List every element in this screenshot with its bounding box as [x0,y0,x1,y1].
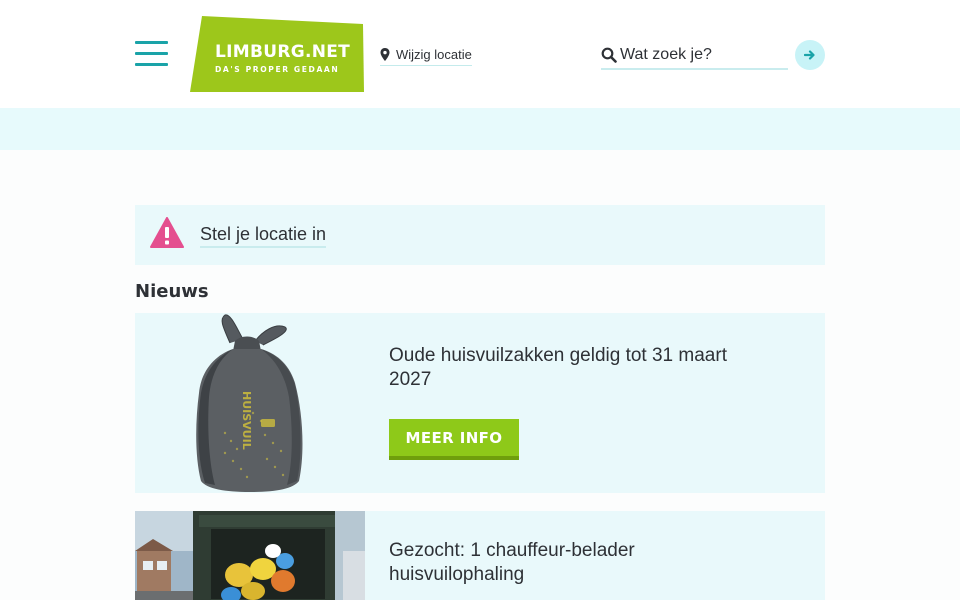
map-pin-icon [380,47,390,61]
set-location-link[interactable]: Stel je locatie in [200,224,327,248]
garbage-bag-image: HUISVUIL [135,313,365,493]
location-alert: Stel je locatie in [135,205,825,265]
news-card[interactable]: HUISVUIL Oude huisvuilzakken geldig tot … [135,313,825,493]
bag-print-label: HUISVUIL [240,391,253,450]
search-input[interactable] [620,43,780,67]
search-bar [601,42,788,70]
arrow-right-icon [804,50,815,60]
change-location-link[interactable]: Wijzig locatie [380,46,472,66]
garbage-truck-image [135,511,365,600]
hamburger-menu-icon[interactable] [135,41,168,66]
news-heading: Nieuws [135,281,209,302]
warning-triangle-icon [150,217,184,248]
site-header: LIMBURG.NET DA'S PROPER GEDAAN Wijzig lo… [0,0,960,108]
more-info-button[interactable]: MEER INFO [389,419,519,460]
logo-tagline: DA'S PROPER GEDAAN [215,65,340,74]
logo-name: LIMBURG.NET [215,42,351,62]
header-band [0,108,960,150]
change-location-label: Wijzig locatie [396,47,472,62]
news-card[interactable]: Gezocht: 1 chauffeur-belader huisvuiloph… [135,511,825,600]
news-title[interactable]: Gezocht: 1 chauffeur-belader huisvuiloph… [389,539,749,587]
news-title[interactable]: Oude huisvuilzakken geldig tot 31 maart … [389,344,749,392]
site-logo[interactable]: LIMBURG.NET DA'S PROPER GEDAAN [190,16,365,92]
search-submit-button[interactable] [795,40,825,70]
search-icon [601,47,617,63]
